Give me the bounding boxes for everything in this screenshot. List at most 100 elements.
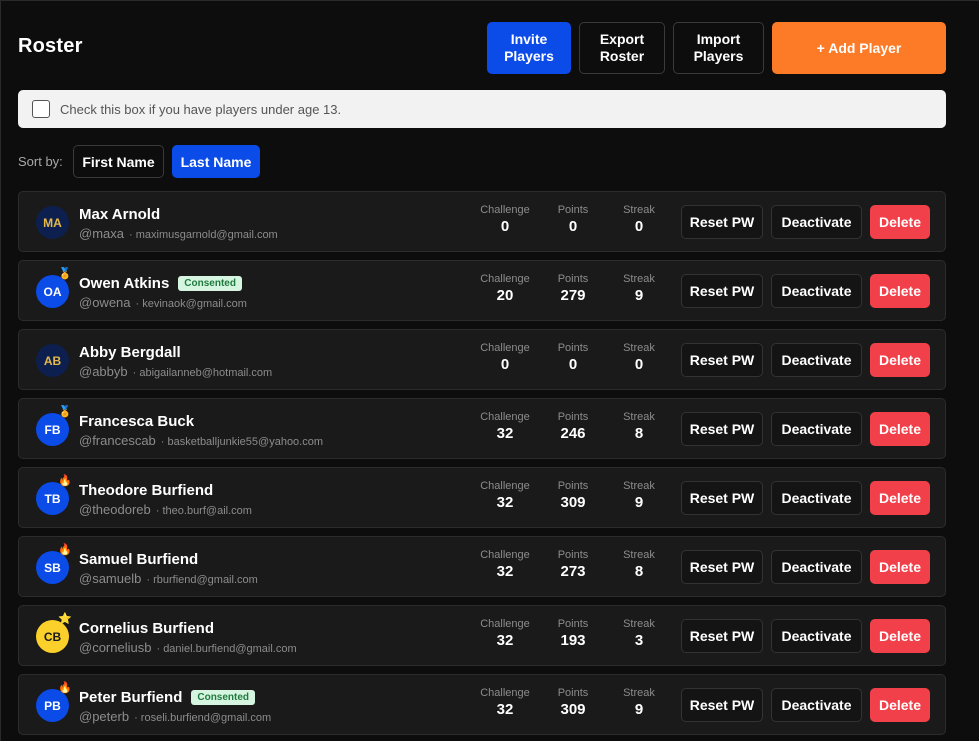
avatar: TB 🔥 bbox=[36, 476, 72, 515]
avatar-initials: PB bbox=[44, 698, 61, 713]
deactivate-button[interactable]: Deactivate bbox=[771, 688, 862, 722]
challenge-stat: Challenge 32 bbox=[470, 480, 540, 511]
player-handle: @corneliusb bbox=[79, 640, 152, 655]
avatar: OA 🏅 bbox=[36, 269, 72, 308]
streak-value: 9 bbox=[634, 701, 644, 718]
challenge-label: Challenge bbox=[480, 273, 530, 285]
player-name-line: Owen Atkins Consented bbox=[79, 275, 242, 292]
player-email-separator: · bbox=[160, 436, 168, 448]
player-handle: @theodoreb bbox=[79, 502, 151, 517]
player-row: MA Max Arnold @maxa · maximusgarnold@gmail.… bbox=[18, 191, 946, 252]
deactivate-button[interactable]: Deactivate bbox=[771, 481, 862, 515]
deactivate-button[interactable]: Deactivate bbox=[771, 274, 862, 308]
deactivate-button[interactable]: Deactivate bbox=[771, 343, 862, 377]
export-roster-button[interactable]: Export Roster bbox=[579, 22, 665, 74]
streak-label: Streak bbox=[623, 342, 655, 354]
challenge-value: 32 bbox=[496, 632, 514, 649]
reset-password-button[interactable]: Reset PW bbox=[681, 688, 763, 722]
delete-button[interactable]: Delete bbox=[870, 481, 930, 515]
under-13-checkbox-label[interactable]: Check this box if you have players under… bbox=[60, 102, 341, 117]
medal-icon: 🏅 bbox=[58, 406, 72, 418]
flame-icon: 🔥 bbox=[58, 475, 72, 487]
player-contact: @maxa · maximusgarnold@gmail.com bbox=[79, 225, 278, 243]
streak-label: Streak bbox=[623, 687, 655, 699]
streak-value: 9 bbox=[634, 287, 644, 304]
player-name-line: Abby Bergdall bbox=[79, 344, 181, 361]
player-email: roseli.burfiend@gmail.com bbox=[140, 712, 272, 724]
deactivate-button[interactable]: Deactivate bbox=[771, 412, 862, 446]
player-contact: @abbyb · abigailanneb@hotmail.com bbox=[79, 363, 272, 381]
delete-button[interactable]: Delete bbox=[870, 688, 930, 722]
player-name-line: Samuel Burfiend bbox=[79, 551, 198, 568]
challenge-value: 20 bbox=[496, 287, 514, 304]
avatar: PB 🔥 bbox=[36, 683, 72, 722]
deactivate-button[interactable]: Deactivate bbox=[771, 550, 862, 584]
under-13-checkbox[interactable] bbox=[32, 100, 50, 118]
player-name: Abby Bergdall bbox=[79, 344, 181, 361]
reset-password-button[interactable]: Reset PW bbox=[681, 343, 763, 377]
points-label: Points bbox=[557, 342, 589, 354]
avatar: CB ⭐ bbox=[36, 614, 72, 653]
delete-button[interactable]: Delete bbox=[870, 274, 930, 308]
points-stat: Points 0 bbox=[538, 342, 608, 373]
challenge-label: Challenge bbox=[480, 687, 530, 699]
sort-first-name-button[interactable]: First Name bbox=[73, 145, 164, 178]
streak-value: 8 bbox=[634, 425, 644, 442]
avatar-initials: CB bbox=[43, 629, 62, 644]
reset-password-button[interactable]: Reset PW bbox=[681, 550, 763, 584]
delete-button[interactable]: Delete bbox=[870, 550, 930, 584]
streak-stat: Streak 9 bbox=[604, 480, 674, 511]
challenge-label: Challenge bbox=[480, 618, 530, 630]
challenge-stat: Challenge 0 bbox=[470, 204, 540, 235]
points-value: 0 bbox=[568, 218, 578, 235]
challenge-value: 0 bbox=[500, 218, 510, 235]
reset-password-button[interactable]: Reset PW bbox=[681, 412, 763, 446]
player-name: Francesca Buck bbox=[79, 413, 195, 430]
player-row: FB 🏅 Francesca Buck @francescab · basketball… bbox=[18, 398, 946, 459]
points-value: 309 bbox=[560, 494, 586, 511]
player-name: Samuel Burfiend bbox=[79, 551, 199, 568]
import-players-button[interactable]: Import Players bbox=[673, 22, 764, 74]
player-handle: @owena bbox=[79, 295, 131, 310]
points-value: 0 bbox=[568, 356, 578, 373]
reset-password-button[interactable]: Reset PW bbox=[681, 274, 763, 308]
player-handle: @peterb bbox=[79, 709, 130, 724]
streak-stat: Streak 3 bbox=[604, 618, 674, 649]
sort-label: Sort by: bbox=[18, 154, 63, 169]
reset-password-button[interactable]: Reset PW bbox=[681, 205, 763, 239]
avatar-initials: FB bbox=[44, 422, 61, 437]
add-player-button[interactable]: + Add Player bbox=[772, 22, 946, 74]
challenge-stat: Challenge 32 bbox=[470, 618, 540, 649]
reset-password-button[interactable]: Reset PW bbox=[681, 619, 763, 653]
points-stat: Points 0 bbox=[538, 204, 608, 235]
delete-button[interactable]: Delete bbox=[870, 412, 930, 446]
player-name: Cornelius Burfiend bbox=[79, 620, 215, 637]
challenge-value: 32 bbox=[496, 701, 514, 718]
delete-button[interactable]: Delete bbox=[870, 619, 930, 653]
points-value: 309 bbox=[560, 701, 586, 718]
challenge-value: 32 bbox=[496, 563, 514, 580]
points-label: Points bbox=[557, 618, 589, 630]
sort-last-name-button[interactable]: Last Name bbox=[172, 145, 260, 178]
avatar: SB 🔥 bbox=[36, 545, 72, 584]
consented-badge: Consented bbox=[191, 690, 256, 705]
streak-value: 3 bbox=[634, 632, 644, 649]
player-row: OA 🏅 Owen Atkins Consented @owena · kevinaok@… bbox=[18, 260, 946, 321]
player-list: MA Max Arnold @maxa · maximusgarnold@gmail.… bbox=[18, 191, 946, 741]
challenge-label: Challenge bbox=[480, 204, 530, 216]
deactivate-button[interactable]: Deactivate bbox=[771, 619, 862, 653]
delete-button[interactable]: Delete bbox=[870, 343, 930, 377]
streak-label: Streak bbox=[623, 618, 655, 630]
reset-password-button[interactable]: Reset PW bbox=[681, 481, 763, 515]
challenge-stat: Challenge 32 bbox=[470, 687, 540, 718]
challenge-stat: Challenge 32 bbox=[470, 411, 540, 442]
points-stat: Points 309 bbox=[538, 480, 608, 511]
streak-value: 8 bbox=[634, 563, 644, 580]
deactivate-button[interactable]: Deactivate bbox=[771, 205, 862, 239]
invite-players-button[interactable]: Invite Players bbox=[487, 22, 571, 74]
player-name: Theodore Burfiend bbox=[79, 482, 214, 499]
player-handle: @maxa bbox=[79, 226, 124, 241]
player-email-separator: · bbox=[129, 229, 136, 241]
points-label: Points bbox=[557, 273, 589, 285]
delete-button[interactable]: Delete bbox=[870, 205, 930, 239]
